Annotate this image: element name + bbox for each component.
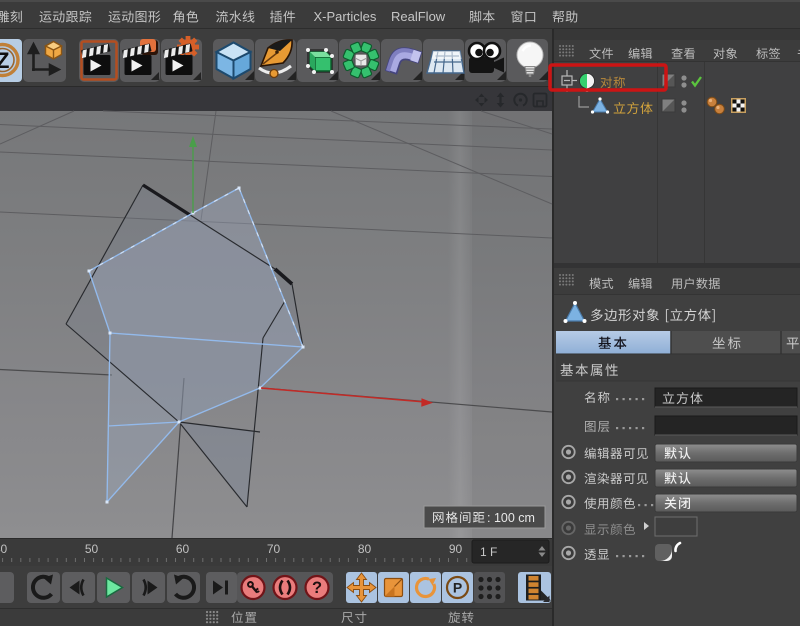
svg-text:70: 70 (267, 542, 281, 556)
svg-text:P: P (453, 580, 462, 596)
svg-text:40: 40 (0, 542, 7, 556)
svg-text:50: 50 (85, 542, 99, 556)
svg-text:Z: Z (0, 48, 9, 73)
svg-text:: 100 cm: : 100 cm (487, 511, 535, 525)
svg-text:90: 90 (449, 542, 463, 556)
svg-text:RealFlow: RealFlow (391, 9, 446, 24)
svg-text:?: ? (312, 579, 322, 597)
svg-text:60: 60 (176, 542, 190, 556)
svg-text:X-Particles: X-Particles (314, 9, 377, 24)
svg-text:80: 80 (358, 542, 372, 556)
svg-text:1 F: 1 F (480, 545, 497, 559)
